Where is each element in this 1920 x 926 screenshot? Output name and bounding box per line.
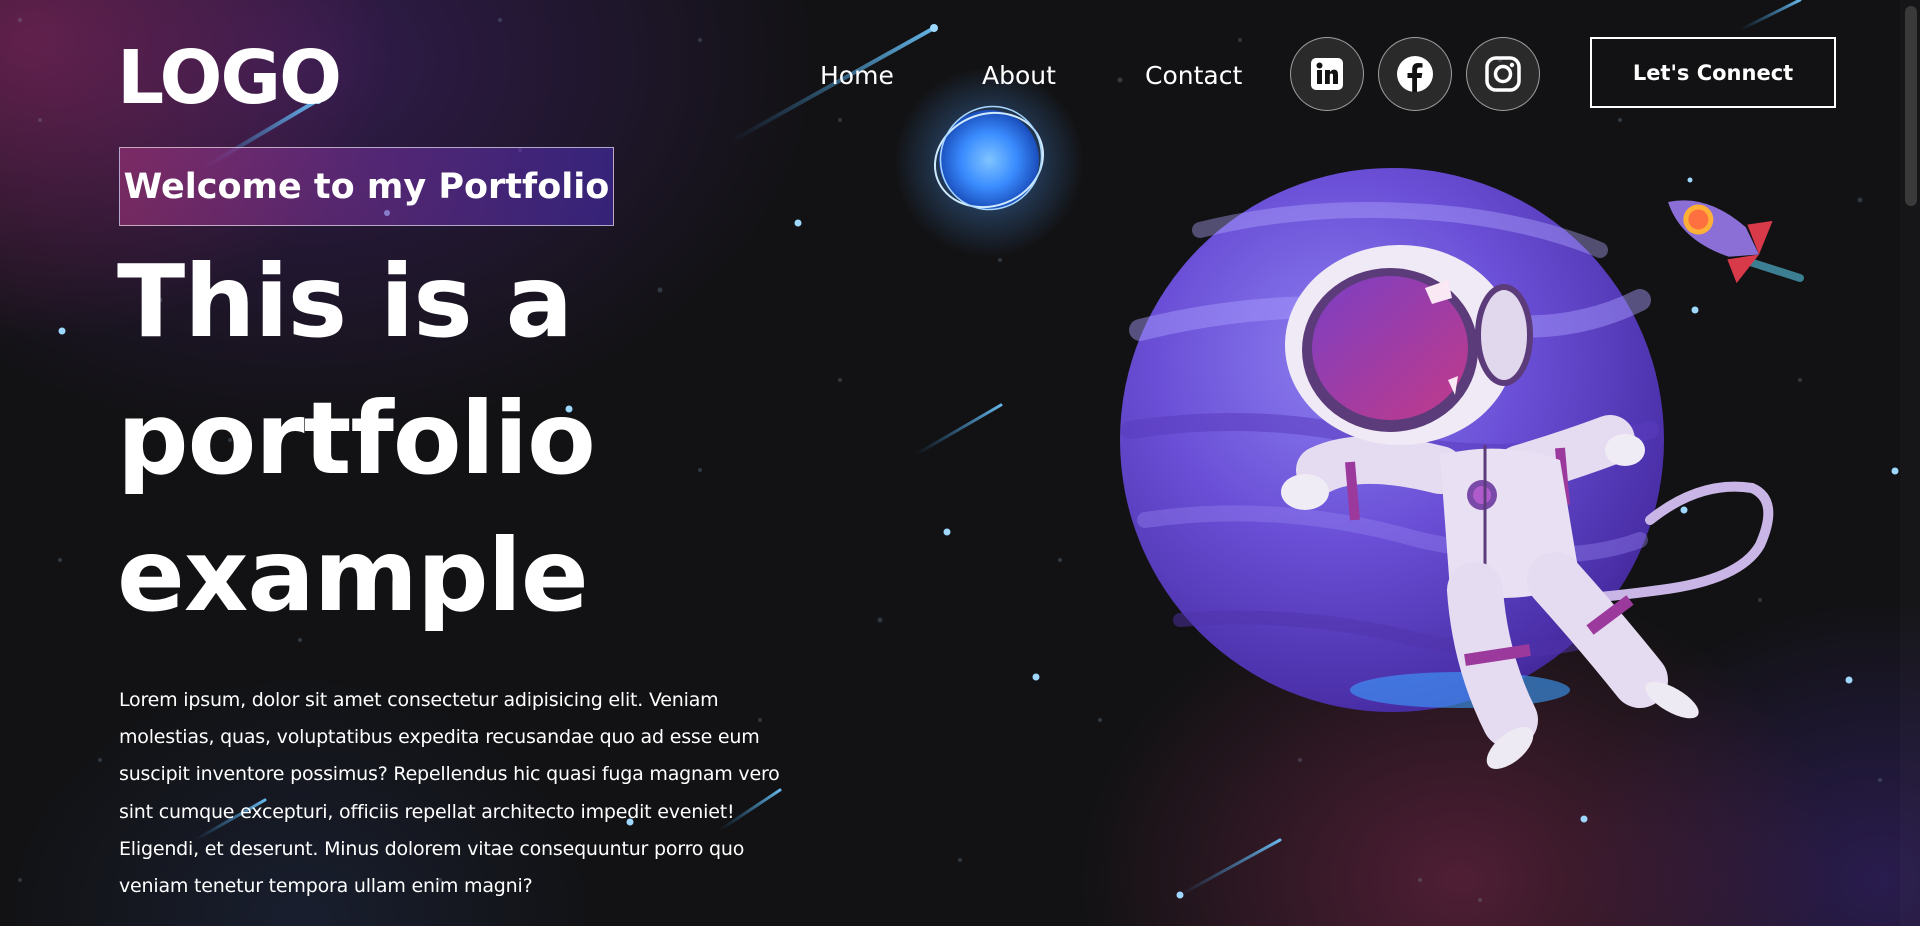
nav-home[interactable]: Home bbox=[820, 60, 894, 92]
instagram-button[interactable] bbox=[1466, 37, 1540, 111]
hero-description: Lorem ipsum, dolor sit amet consectetur … bbox=[119, 689, 780, 898]
headline-line-2: portfolio bbox=[117, 380, 596, 497]
blue-orb-art bbox=[894, 67, 1084, 257]
linkedin-icon bbox=[1311, 58, 1343, 90]
logo[interactable]: LOGO bbox=[117, 36, 342, 120]
scrollbar-thumb[interactable] bbox=[1905, 6, 1917, 206]
nav-contact[interactable]: Contact bbox=[1145, 60, 1242, 92]
headline-line-1: This is a bbox=[117, 243, 573, 360]
welcome-tagline: Welcome to my Portfolio bbox=[119, 147, 614, 226]
hero-headline: This is a portfolio example bbox=[117, 233, 817, 644]
page-scrollbar[interactable] bbox=[1900, 0, 1920, 926]
facebook-icon bbox=[1397, 56, 1433, 92]
instagram-icon bbox=[1485, 56, 1521, 92]
linkedin-button[interactable] bbox=[1290, 37, 1364, 111]
facebook-button[interactable] bbox=[1378, 37, 1452, 111]
nav-about[interactable]: About bbox=[982, 60, 1056, 92]
headline-line-3: example bbox=[117, 517, 589, 634]
hero-section: LOGO Home About Contact Let's Connect We… bbox=[0, 0, 1920, 926]
lets-connect-button[interactable]: Let's Connect bbox=[1590, 37, 1836, 108]
